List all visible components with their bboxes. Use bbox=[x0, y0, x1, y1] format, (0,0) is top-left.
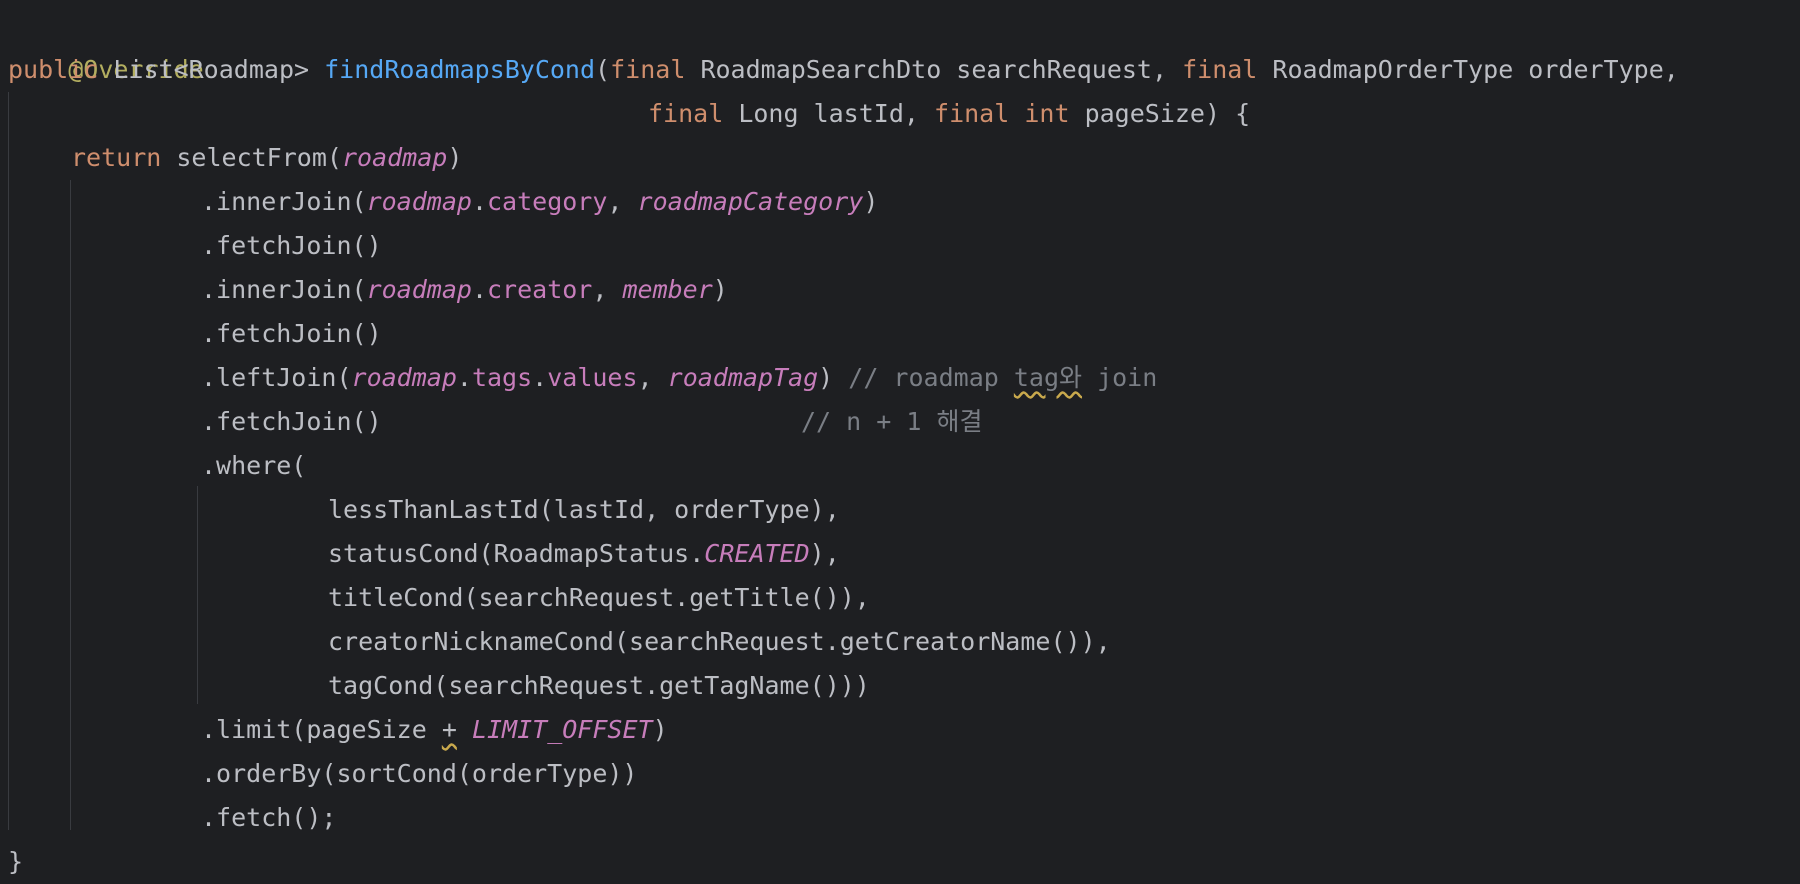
field-roadmap-tag: roadmapTag bbox=[667, 363, 819, 392]
param-search-request: RoadmapSearchDto searchRequest, bbox=[700, 55, 1168, 84]
code-editor[interactable]: @Override public List<Roadmap> findRoadm… bbox=[0, 0, 1800, 884]
call-fetch-join: .fetchJoin() bbox=[201, 407, 382, 436]
prop-values: values bbox=[547, 363, 638, 392]
field-member: member bbox=[622, 275, 713, 304]
code-line-10: .fetchJoin() // n + 1 해결 bbox=[8, 400, 1800, 444]
code-line-18: .orderBy(sortCond(orderType)) bbox=[8, 752, 1800, 796]
code-line-16: tagCond(searchRequest.getTagName())) bbox=[8, 664, 1800, 708]
code-line-2: public List<Roadmap> findRoadmapsByCond(… bbox=[8, 48, 1800, 92]
code-line-11: .where( bbox=[8, 444, 1800, 488]
comment-text: // roadmap bbox=[848, 363, 1014, 392]
separator: , bbox=[607, 187, 638, 216]
field-roadmap: roadmap bbox=[351, 363, 457, 392]
paren: ) bbox=[447, 143, 463, 172]
code-line-1: @Override bbox=[8, 4, 1800, 84]
code-line-8: .fetchJoin() bbox=[8, 312, 1800, 356]
code-line-5: .innerJoin(roadmap.category, roadmapCate… bbox=[8, 180, 1800, 224]
cond-less-than-last-id: lessThanLastId(lastId, orderType), bbox=[328, 495, 840, 524]
cond-title: titleCond(searchRequest.getTitle()), bbox=[328, 583, 870, 612]
call-left-join: .leftJoin( bbox=[201, 363, 352, 392]
call-inner-join: .innerJoin( bbox=[201, 187, 367, 216]
comment-n-plus-one: // n + 1 해결 bbox=[801, 407, 983, 436]
param-order-type: RoadmapOrderType orderType, bbox=[1272, 55, 1679, 84]
paren: ) bbox=[818, 363, 834, 392]
param-page-size: pageSize) { bbox=[1084, 99, 1251, 128]
call-where: .where( bbox=[201, 451, 307, 480]
call-order-by: .orderBy(sortCond(orderType)) bbox=[201, 759, 638, 788]
call-fetch-join: .fetchJoin() bbox=[201, 319, 382, 348]
paren: ) bbox=[652, 715, 668, 744]
code-line-3: final Long lastId, final int pageSize) { bbox=[8, 92, 1800, 136]
paren: ) bbox=[712, 275, 728, 304]
keyword-public: public bbox=[8, 55, 99, 84]
separator: , bbox=[637, 363, 668, 392]
field-created: CREATED bbox=[704, 539, 810, 568]
dot: . bbox=[456, 363, 472, 392]
prop-tags: tags bbox=[471, 363, 533, 392]
call-fetch: .fetch(); bbox=[201, 803, 337, 832]
field-roadmap: roadmap bbox=[341, 143, 448, 172]
typo-warning: tag와 bbox=[1013, 363, 1083, 392]
call-limit: .limit(pageSize bbox=[201, 715, 442, 744]
dot: . bbox=[471, 187, 487, 216]
paren: ( bbox=[595, 55, 611, 84]
keyword-int: int bbox=[1024, 99, 1070, 128]
code-line-6: .fetchJoin() bbox=[8, 224, 1800, 268]
field-roadmap-category: roadmapCategory bbox=[637, 187, 864, 216]
prop-category: category bbox=[487, 187, 608, 216]
paren: ) bbox=[863, 187, 879, 216]
call-select-from: selectFrom( bbox=[176, 143, 342, 172]
call-inner-join: .innerJoin( bbox=[201, 275, 367, 304]
code-line-13: statusCond(RoadmapStatus.CREATED), bbox=[8, 532, 1800, 576]
code-line-9: .leftJoin(roadmap.tags.values, roadmapTa… bbox=[8, 356, 1800, 400]
closing-brace: } bbox=[8, 847, 24, 876]
operator-plus: + bbox=[441, 715, 457, 744]
code-line-12: lessThanLastId(lastId, orderType), bbox=[8, 488, 1800, 532]
keyword-final: final bbox=[648, 99, 724, 128]
cond-creator-nickname: creatorNicknameCond(searchRequest.getCre… bbox=[328, 627, 1111, 656]
code-line-4: return selectFrom(roadmap) bbox=[8, 136, 1800, 180]
code-line-19: .fetch(); bbox=[8, 796, 1800, 840]
field-roadmap: roadmap bbox=[366, 275, 472, 304]
return-type: List<Roadmap> bbox=[113, 55, 310, 84]
keyword-final: final bbox=[1182, 55, 1258, 84]
field-limit-offset: LIMIT_OFFSET bbox=[471, 715, 653, 744]
separator: , bbox=[592, 275, 623, 304]
cond-tag: tagCond(searchRequest.getTagName())) bbox=[328, 671, 870, 700]
dot: . bbox=[532, 363, 548, 392]
param-last-id: Long lastId, bbox=[738, 99, 919, 128]
code-line-20: } bbox=[8, 840, 1800, 884]
field-roadmap: roadmap bbox=[366, 187, 472, 216]
comment-text: join bbox=[1082, 363, 1158, 392]
call-fetch-join: .fetchJoin() bbox=[201, 231, 382, 260]
code-line-7: .innerJoin(roadmap.creator, member) bbox=[8, 268, 1800, 312]
comment-join: // roadmap tag와 join bbox=[848, 363, 1157, 392]
cond-status-post: ), bbox=[809, 539, 840, 568]
prop-creator: creator bbox=[487, 275, 593, 304]
keyword-final: final bbox=[610, 55, 686, 84]
code-line-15: creatorNicknameCond(searchRequest.getCre… bbox=[8, 620, 1800, 664]
keyword-return: return bbox=[71, 143, 162, 172]
dot: . bbox=[471, 275, 487, 304]
cond-status-pre: statusCond(RoadmapStatus. bbox=[328, 539, 705, 568]
code-line-17: .limit(pageSize + LIMIT_OFFSET) bbox=[8, 708, 1800, 752]
method-name: findRoadmapsByCond bbox=[324, 55, 596, 84]
keyword-final: final bbox=[934, 99, 1010, 128]
code-line-14: titleCond(searchRequest.getTitle()), bbox=[8, 576, 1800, 620]
